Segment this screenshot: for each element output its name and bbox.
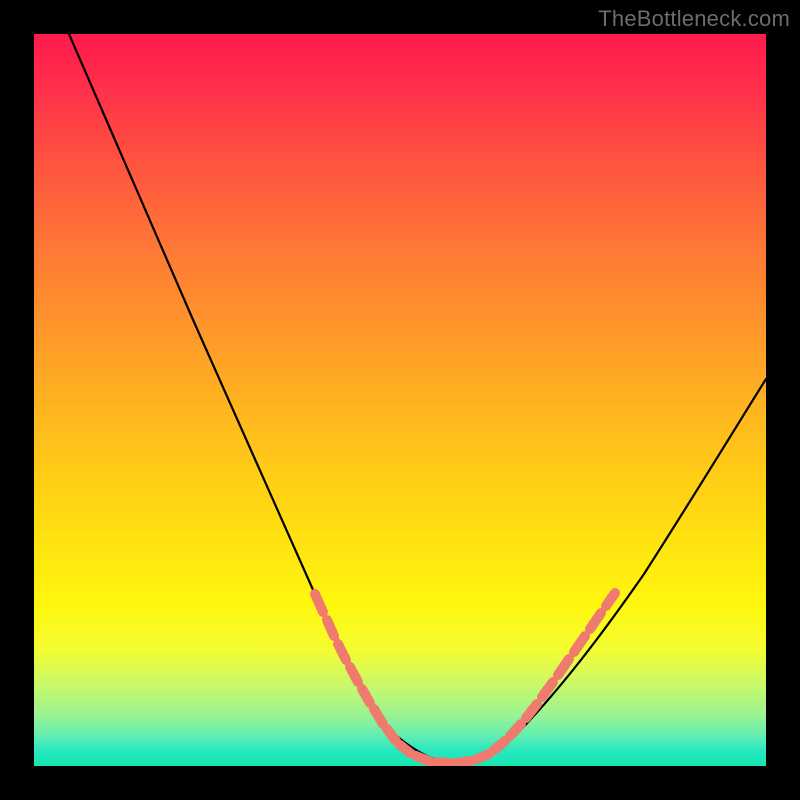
- bottleneck-curve: [69, 34, 766, 763]
- chart-plot-area: [34, 34, 766, 766]
- chart-svg: [34, 34, 766, 766]
- watermark-text: TheBottleneck.com: [598, 6, 790, 32]
- salmon-highlight-left: [315, 594, 410, 753]
- salmon-highlight-bottom: [416, 754, 489, 763]
- salmon-highlight-right: [494, 593, 615, 750]
